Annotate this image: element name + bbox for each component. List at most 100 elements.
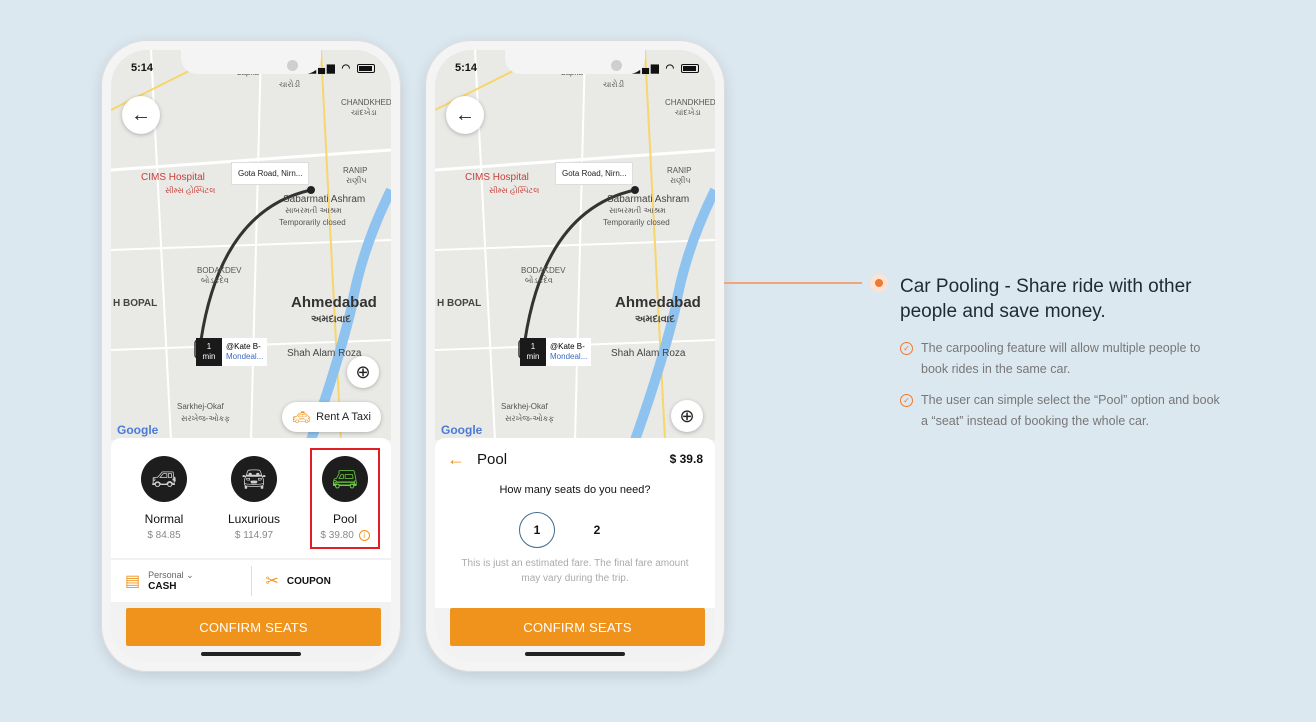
locate-me-button[interactable]: ⊕ — [671, 400, 703, 432]
map-label: Temporarily closed — [279, 218, 346, 227]
map-label: Shah Alam Roza — [611, 348, 686, 359]
map-label: H BOPAL — [113, 298, 158, 309]
pool-title: Pool — [477, 450, 508, 468]
seat-option-1[interactable]: 1 — [519, 512, 555, 548]
back-button[interactable]: ← — [446, 96, 484, 134]
payment-method-selector[interactable]: ▤ Personal ⌄ CASH — [111, 570, 251, 592]
pickup-address: @Kate B- Mondeal... — [222, 342, 267, 363]
map-label: CIMS Hospital — [465, 172, 529, 183]
pickup-subtitle: Mondeal... — [226, 352, 264, 361]
feature-point-text: The user can simple select the “Pool” op… — [921, 393, 1220, 428]
status-time: 5:14 — [131, 62, 154, 74]
map-label: H BOPAL — [437, 298, 482, 309]
car-normal-icon: 🚙︎ — [141, 456, 187, 502]
map-label: સરખેજ-ઓકફ — [181, 414, 230, 423]
map-label: બોડકદેવ — [525, 276, 553, 285]
phone-screen: 5:14 ▂▄▆ ◠ Lapka ચારોડી CHANDKHEDA ચાંદખ… — [435, 50, 715, 662]
map-label: અમદાવાદ — [311, 314, 351, 325]
coupon-label: COUPON — [286, 575, 331, 587]
map-label: Temporarily closed — [603, 218, 670, 227]
ride-options-sheet: 🚙︎ Normal $ 84.85 🚘︎ Luxurious $ 114.97 … — [111, 438, 391, 662]
map-label: સાબરમતી આશ્રમ — [285, 206, 342, 215]
eta-badge: 1 min — [196, 338, 222, 366]
pickup-title: @Kate B- — [550, 341, 585, 351]
payment-type-label: Personal — [148, 570, 184, 580]
coupon-icon: ✂ — [265, 573, 279, 590]
map-label: RANIP — [343, 166, 368, 175]
crosshair-icon: ⊕ — [355, 361, 371, 382]
battery-icon — [357, 63, 375, 73]
ride-name: Normal — [144, 512, 184, 526]
payment-type: Personal ⌄ — [148, 570, 194, 581]
map-label: ચારોડી — [603, 80, 625, 89]
crosshair-icon: ⊕ — [679, 405, 695, 426]
google-logo: Google — [117, 423, 159, 437]
phone-screen: 5:14 ▂▄▆ ◠ Lapka ચારોડી CHANDKHEDA ચાંદખ… — [111, 50, 391, 662]
feature-point-text: The carpooling feature will allow multip… — [921, 341, 1201, 376]
eta-value: 1 — [206, 342, 212, 352]
map-label: Sabarmati Ashram — [607, 194, 690, 205]
camera-dot — [287, 60, 298, 71]
confirm-seats-button[interactable]: CONFIRM SEATS — [126, 608, 381, 646]
eta-value: 1 — [530, 342, 536, 352]
confirm-seats-button[interactable]: CONFIRM SEATS — [450, 608, 705, 646]
map-label: Shah Alam Roza — [287, 348, 362, 359]
connector-line — [724, 282, 862, 284]
check-circle-icon: ✓ — [900, 342, 913, 355]
map-label: સરખેજ-ઓકફ — [505, 414, 554, 423]
ride-price: $ 84.85 — [147, 530, 181, 541]
pickup-address: @Kate B- Mondeal... — [546, 342, 591, 363]
map-label: અમદાવાદ — [635, 314, 675, 325]
pool-seat-sheet: ← Pool $ 39.8 How many seats do you need… — [435, 438, 715, 662]
eta-badge: 1 min — [520, 338, 546, 366]
feature-point: ✓ The carpooling feature will allow mult… — [900, 338, 1220, 380]
payment-row: ▤ Personal ⌄ CASH ✂ COUPON — [111, 560, 391, 602]
feature-point: ✓ The user can simple select the “Pool” … — [900, 390, 1220, 432]
seat-option-2[interactable]: 2 — [579, 512, 615, 548]
rent-a-taxi-button[interactable]: 🚕︎ Rent A Taxi — [282, 402, 381, 432]
ride-name: Luxurious — [227, 512, 281, 526]
cash-icon: ▤ — [125, 573, 141, 590]
coupon-button[interactable]: ✂ COUPON — [252, 571, 392, 591]
pickup-title: @Kate B- — [226, 341, 261, 351]
ride-option-normal[interactable]: 🚙︎ Normal $ 84.85 — [124, 456, 204, 541]
arrow-left-icon[interactable]: ← — [447, 449, 465, 470]
camera-dot — [611, 60, 622, 71]
phone-notch — [505, 50, 645, 74]
phone-mockup-seat-selection: 5:14 ▂▄▆ ◠ Lapka ચારોડી CHANDKHEDA ચાંદખ… — [425, 40, 725, 672]
pickup-marker: 1 min @Kate B- Mondeal... — [520, 338, 592, 366]
selection-highlight — [310, 448, 380, 549]
map-label: CIMS Hospital — [141, 172, 205, 183]
pickup-subtitle: Mondeal... — [550, 352, 588, 361]
phone-notch — [181, 50, 321, 74]
ride-price: $ 114.97 — [234, 530, 274, 541]
ride-option-luxurious[interactable]: 🚘︎ Luxurious $ 114.97 — [214, 456, 294, 541]
pool-header: ← Pool $ 39.8 — [435, 438, 715, 480]
map-label: Ahmedabad — [615, 294, 701, 311]
map-label: સીમ્સ હોસ્પિટલ — [489, 186, 540, 195]
battery-icon — [681, 63, 699, 73]
pickup-marker: 1 min @Kate B- Mondeal... — [196, 338, 268, 366]
check-circle-icon: ✓ — [900, 394, 913, 407]
eta-unit: min — [526, 352, 540, 361]
bullet-dot-icon — [870, 274, 888, 292]
map-label: BODAKDEV — [521, 266, 566, 275]
map-label: ચાંદખેડા — [351, 108, 377, 117]
pool-amount: $ 39.8 — [669, 452, 703, 466]
back-button[interactable]: ← — [122, 96, 160, 134]
phone-mockup-ride-selection: 5:14 ▂▄▆ ◠ Lapka ચારોડી CHANDKHEDA ચાંદખ… — [101, 40, 401, 672]
map-label: બોડકદેવ — [201, 276, 229, 285]
map-label: RANIP — [667, 166, 692, 175]
destination-label: Gota Road, Nirn... — [555, 162, 634, 185]
eta-unit: min — [202, 352, 216, 361]
map-label: Sarkhej-Okaf — [501, 402, 548, 411]
map-label: રાણીપ — [346, 176, 367, 185]
locate-me-button[interactable]: ⊕ — [347, 356, 379, 388]
map-label: Ahmedabad — [291, 294, 377, 311]
map-label: CHANDKHEDA — [665, 98, 715, 107]
seat-question: How many seats do you need? — [499, 484, 651, 496]
map-label: રાણીપ — [670, 176, 691, 185]
arrow-left-icon: ← — [131, 103, 151, 126]
google-logo: Google — [441, 423, 483, 437]
status-time: 5:14 — [455, 62, 478, 74]
